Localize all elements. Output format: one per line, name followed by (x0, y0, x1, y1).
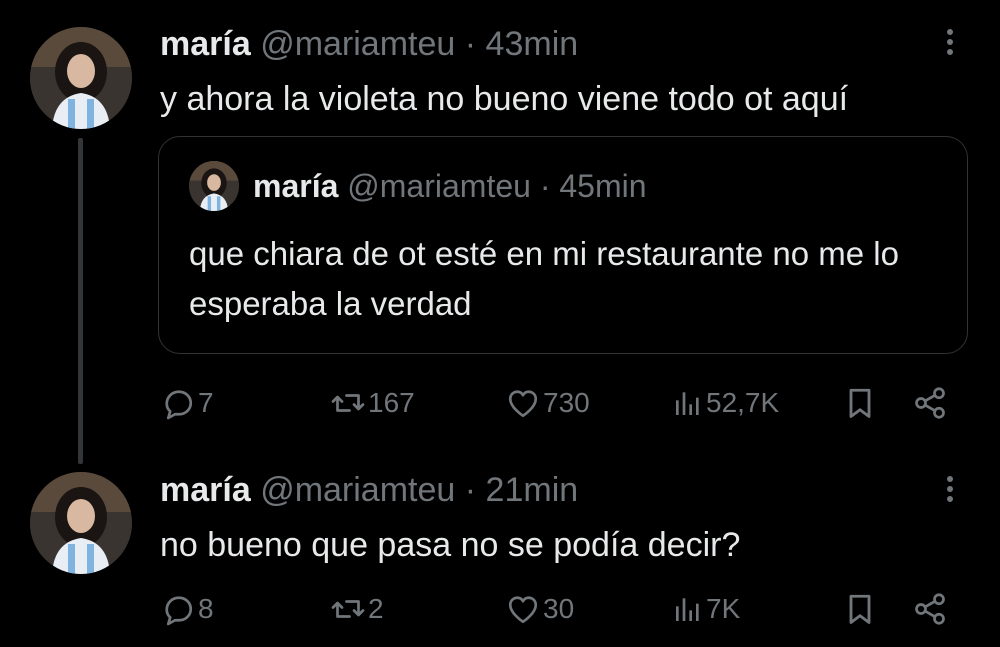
reply-button[interactable]: 8 (160, 589, 214, 629)
author-handle[interactable]: @mariamteu (260, 25, 455, 63)
repost-button[interactable]: 2 (330, 589, 384, 629)
author-name[interactable]: maría (160, 471, 251, 509)
like-button[interactable]: 730 (505, 383, 590, 423)
reply-button[interactable]: 7 (160, 383, 214, 423)
action-bar: 7 167 730 52,7K (0, 383, 1000, 423)
repost-count: 167 (368, 387, 415, 418)
quoted-tweet[interactable]: maría @mariamteu · 45min que chiara de o… (158, 136, 968, 354)
more-options-icon[interactable] (938, 26, 962, 66)
views-button[interactable]: 7K (672, 589, 740, 629)
quoted-text: que chiara de ot esté en mi restaurante … (189, 235, 899, 322)
like-button[interactable]: 30 (505, 589, 574, 629)
avatar-image (30, 472, 132, 574)
action-bar: 8 2 30 7K (0, 589, 1000, 629)
speech-bubble-icon (165, 596, 193, 626)
share-button[interactable] (912, 383, 948, 423)
heart-icon (508, 596, 538, 624)
bar-chart-icon (676, 598, 699, 621)
bookmark-icon (849, 594, 871, 624)
avatar[interactable] (30, 27, 132, 129)
tweet-text: no bueno que pasa no se podía decir? (160, 526, 741, 564)
quoted-author-handle: @mariamteu (347, 168, 531, 204)
bookmark-button[interactable] (842, 383, 878, 423)
views-button[interactable]: 52,7K (672, 383, 779, 423)
quoted-avatar (189, 161, 239, 211)
author-name[interactable]: maría (160, 25, 251, 63)
views-count: 52,7K (706, 387, 780, 418)
timestamp[interactable]: 43min (486, 25, 579, 63)
speech-bubble-icon (165, 390, 193, 420)
avatar-image (30, 27, 132, 129)
heart-icon (508, 390, 538, 418)
bookmark-button[interactable] (842, 589, 878, 629)
tweet-header: maría @mariamteu · 21min (160, 470, 578, 510)
tweet-text: y ahora la violeta no bueno viene todo o… (160, 80, 849, 118)
separator-dot: · (464, 471, 477, 509)
share-nodes-icon (915, 387, 945, 419)
views-count: 7K (706, 593, 741, 624)
repost-arrows-icon (331, 600, 365, 618)
avatar[interactable] (30, 472, 132, 574)
quoted-timestamp: 45min (559, 168, 647, 204)
repost-button[interactable]: 167 (330, 383, 415, 423)
author-handle[interactable]: @mariamteu (260, 471, 455, 509)
like-count: 30 (543, 593, 575, 624)
tweet[interactable]: maría @mariamteu · 43min y ahora la viol… (0, 0, 1000, 464)
separator-dot: · (539, 168, 551, 204)
quoted-author-name: maría (253, 168, 339, 204)
more-options-icon[interactable] (938, 473, 962, 513)
reply-count: 7 (198, 387, 214, 418)
share-nodes-icon (915, 593, 945, 625)
reply-count: 8 (198, 593, 214, 624)
separator-dot: · (464, 25, 477, 63)
avatar-image (189, 161, 239, 211)
quoted-header: maría @mariamteu · 45min (253, 167, 647, 205)
timestamp[interactable]: 21min (486, 471, 579, 509)
bookmark-icon (849, 388, 871, 418)
tweet[interactable]: maría @mariamteu · 21min no bueno que pa… (0, 460, 1000, 647)
repost-count: 2 (368, 593, 384, 624)
repost-arrows-icon (331, 394, 365, 412)
tweet-header: maría @mariamteu · 43min (160, 24, 578, 64)
bar-chart-icon (676, 392, 699, 415)
like-count: 730 (543, 387, 590, 418)
share-button[interactable] (912, 589, 948, 629)
